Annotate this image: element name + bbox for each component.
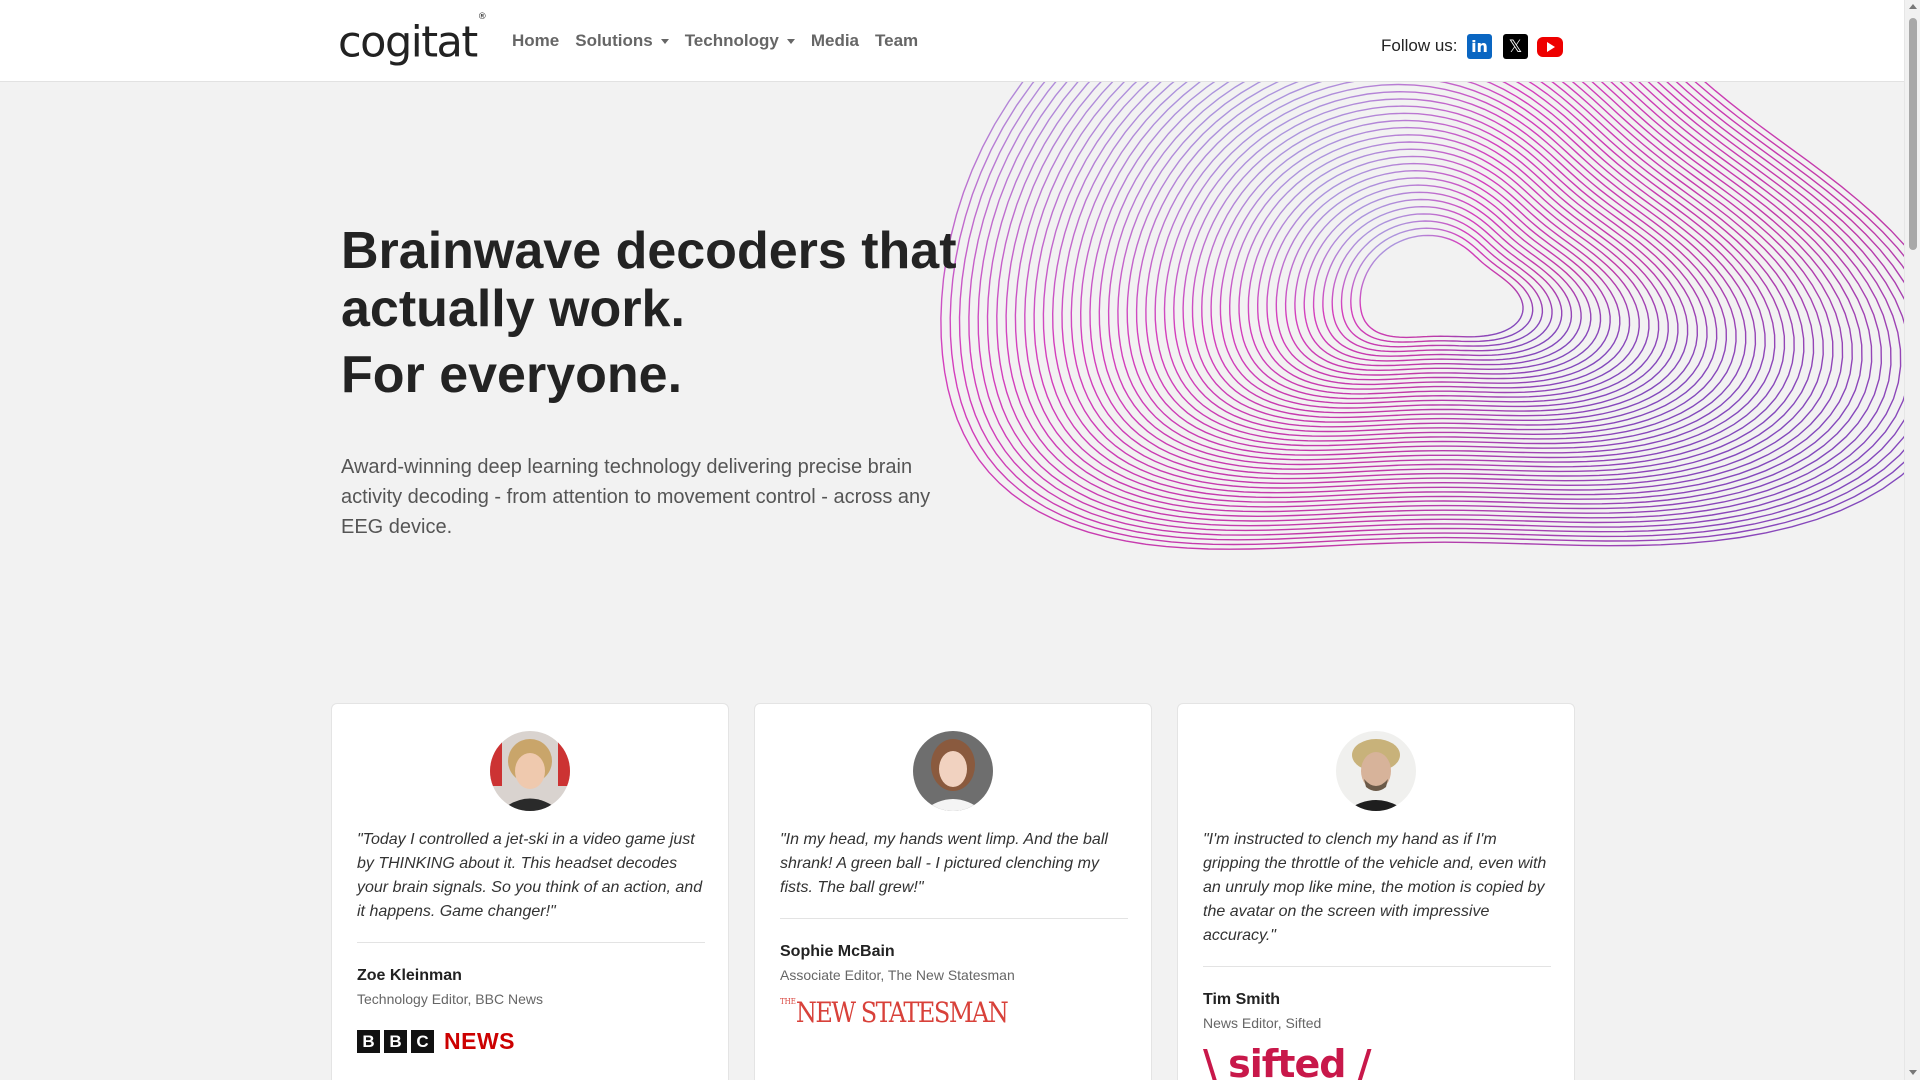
main-nav: Home Solutions Technology Media Team <box>512 31 934 51</box>
scroll-down-arrow-icon[interactable] <box>1909 1070 1917 1075</box>
divider <box>780 918 1128 919</box>
sifted-logo[interactable]: \ sifted / <box>1203 1042 1372 1080</box>
nav-technology-dropdown[interactable]: Technology <box>685 31 795 51</box>
nav-media[interactable]: Media <box>811 31 859 51</box>
wave-contour-line <box>1219 126 1669 409</box>
testimonial-quote: "I'm instructed to clench my hand as if … <box>1203 831 1547 944</box>
wave-contour-line <box>1359 234 1524 339</box>
bbc-logo-letter: B <box>357 1030 380 1053</box>
bbc-logo-letter: B <box>384 1030 407 1053</box>
testimonial-card: "In my head, my hands went limp. And the… <box>754 703 1152 1080</box>
nav-team[interactable]: Team <box>875 31 918 51</box>
youtube-icon[interactable] <box>1537 37 1563 57</box>
wave-contour-line <box>1163 83 1728 437</box>
x-twitter-icon[interactable]: 𝕏 <box>1503 34 1528 59</box>
testimonial-name: Zoe Kleinman <box>357 967 462 984</box>
wave-contour-line <box>1098 82 1795 470</box>
top-navbar: cogitat® Home Solutions Technology Media… <box>0 0 1904 82</box>
divider <box>1203 966 1551 967</box>
nav-technology-label: Technology <box>684 31 779 50</box>
nav-solutions-dropdown[interactable]: Solutions <box>575 31 669 51</box>
brainwave-contour-graphic <box>940 82 1904 550</box>
nav-home-label: Home <box>512 31 560 50</box>
testimonial-card: "I'm instructed to clench my hand as if … <box>1177 703 1575 1080</box>
hero-title: Brainwave decoders that actually work. <box>341 222 957 338</box>
hero-title-line1: Brainwave decoders that <box>341 222 957 280</box>
linkedin-icon[interactable]: in <box>1467 34 1492 59</box>
avatar <box>913 731 993 811</box>
testimonial-name: Tim Smith <box>1203 991 1281 1008</box>
ns-logo-word: NEW STATESMAN <box>795 996 1009 1030</box>
scroll-thumb[interactable] <box>1909 18 1917 250</box>
avatar <box>1336 731 1416 811</box>
avatar <box>490 731 570 811</box>
new-statesman-logo[interactable]: THENEW STATESMAN <box>780 996 1009 1030</box>
caret-down-icon <box>786 38 795 44</box>
nav-team-label: Team <box>875 31 919 50</box>
cogitat-logo[interactable]: cogitat® <box>338 12 487 68</box>
testimonial-quote: "In my head, my hands went limp. And the… <box>780 831 1108 896</box>
testimonial-role: News Editor, Sifted <box>1203 1015 1322 1031</box>
testimonial-card: "Today I controlled a jet-ski in a video… <box>331 703 729 1080</box>
testimonial-name: Sophie McBain <box>780 943 895 960</box>
nav-media-label: Media <box>810 31 860 50</box>
wave-contour-line <box>1350 227 1534 343</box>
registered-mark: ® <box>477 12 487 22</box>
bbc-logo-news: NEWS <box>444 1028 515 1054</box>
testimonial-role: Technology Editor, BBC News <box>357 991 543 1007</box>
wave-contour-line <box>1061 82 1834 489</box>
hero-title-line3: For everyone. <box>341 346 683 404</box>
ns-logo-the: THE <box>780 996 796 1007</box>
testimonial-role: Associate Editor, The New Statesman <box>780 967 1015 983</box>
scroll-up-arrow-icon[interactable] <box>1909 4 1917 9</box>
hero-title-line2: actually work. <box>341 280 685 338</box>
nav-home[interactable]: Home <box>512 31 559 51</box>
hero-subtitle: Award-winning deep learning technology d… <box>341 456 931 538</box>
logo-text: cogitat <box>338 17 478 68</box>
nav-solutions-label: Solutions <box>575 31 653 50</box>
bbc-news-logo[interactable]: B B C NEWS <box>357 1028 515 1055</box>
bbc-logo-letter: C <box>411 1030 434 1053</box>
page-scrollbar[interactable] <box>1904 0 1920 1080</box>
testimonial-quote: "Today I controlled a jet-ski in a video… <box>357 831 703 920</box>
follow-us-label: Follow us: <box>1381 36 1458 55</box>
caret-down-icon <box>660 38 669 44</box>
divider <box>357 942 705 943</box>
